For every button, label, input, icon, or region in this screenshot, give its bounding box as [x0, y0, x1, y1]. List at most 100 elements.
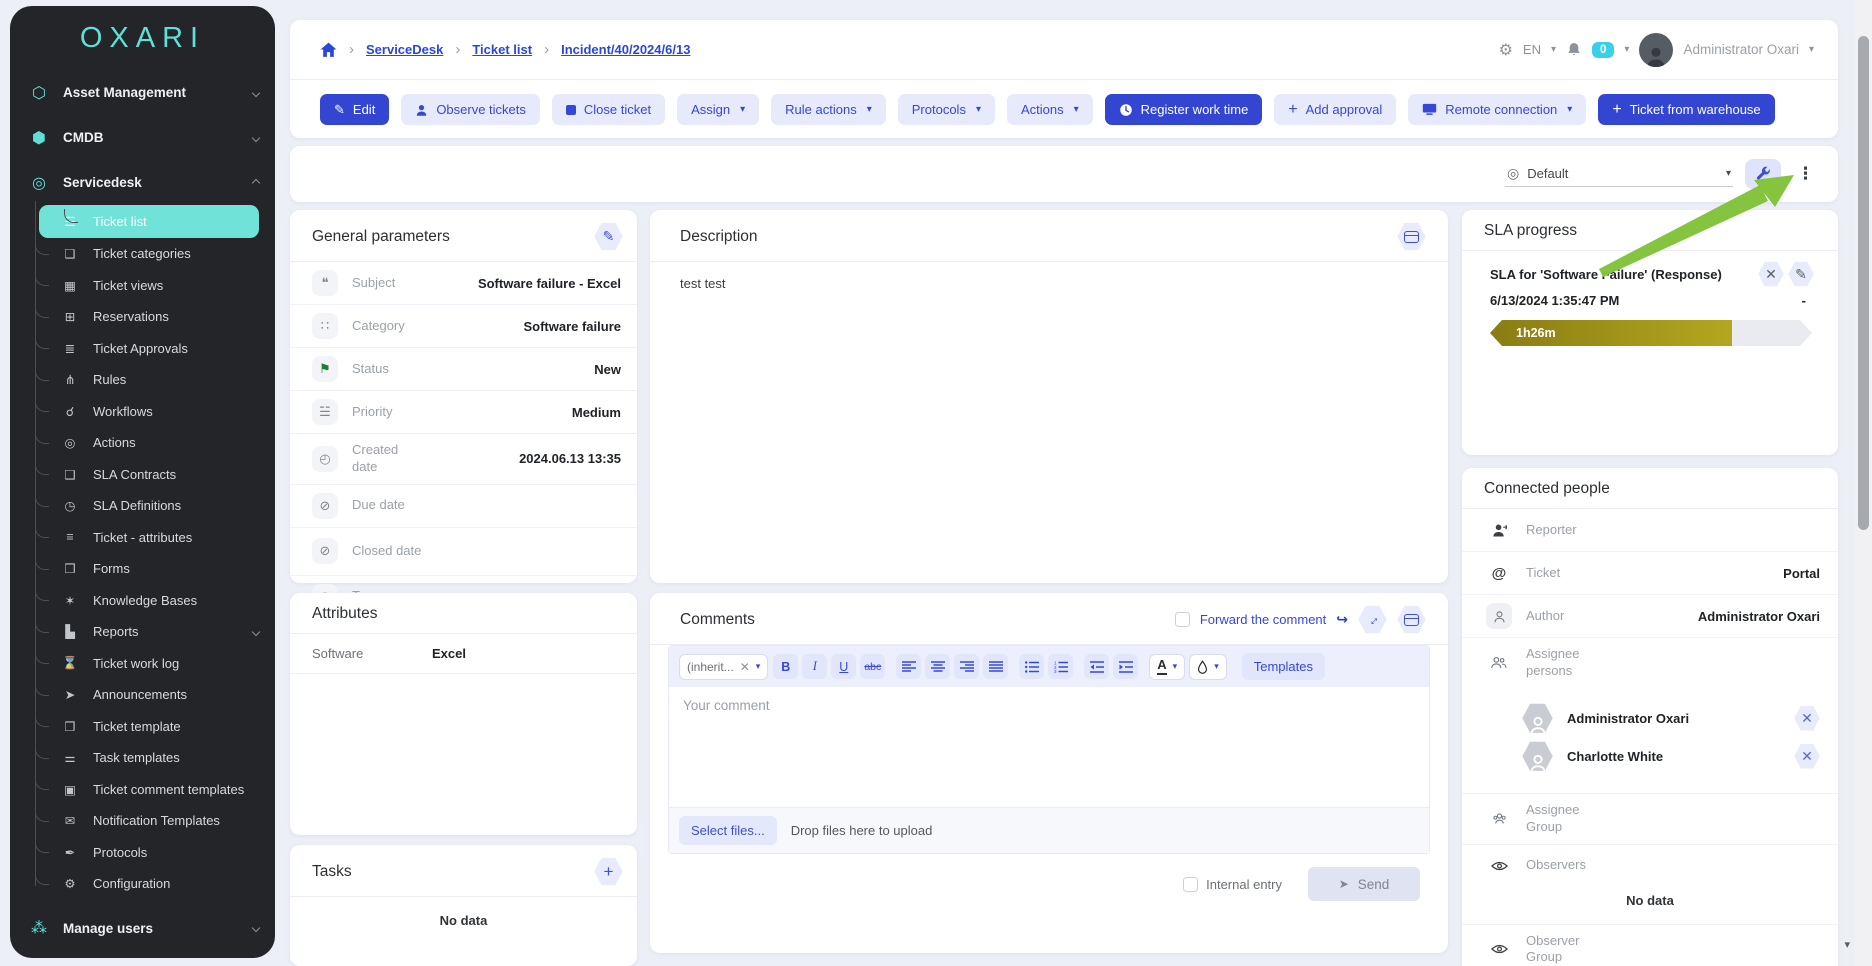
breadcrumb-ticket-list[interactable]: Ticket list: [472, 42, 532, 57]
clear-font-icon[interactable]: ✕: [740, 660, 750, 674]
remote-connection-button[interactable]: Remote connection ▾: [1408, 94, 1586, 125]
select-files-button[interactable]: Select files...: [679, 816, 777, 845]
edit-button[interactable]: ✎ Edit: [320, 94, 389, 125]
templates-button[interactable]: Templates: [1242, 653, 1325, 680]
kebab-menu-icon[interactable]: ⋮: [1793, 164, 1818, 184]
panel-layout-button[interactable]: [1397, 605, 1426, 634]
view-settings-wrench-button[interactable]: [1745, 159, 1781, 189]
scroll-down-icon[interactable]: ▾: [1844, 938, 1850, 951]
edit-sla-button[interactable]: ✎: [1788, 261, 1814, 287]
sidebar-item-announcements[interactable]: ➤ Announcements: [10, 679, 275, 711]
gear-icon[interactable]: ⚙: [1499, 40, 1513, 60]
bullet-list-button[interactable]: [1019, 654, 1044, 679]
observe-tickets-button[interactable]: Observe tickets: [401, 94, 540, 125]
ticket-from-warehouse-button[interactable]: + Ticket from warehouse: [1598, 94, 1774, 125]
font-family-select[interactable]: (inherit... ✕ ▾: [679, 654, 768, 680]
sidebar-item-actions[interactable]: ◎ Actions: [10, 427, 275, 459]
sidebar-item-manage-users[interactable]: ⁂ Manage users: [10, 906, 275, 951]
assignee-list: Administrator Oxari ✕ Charlotte White ✕: [1462, 688, 1838, 794]
sidebar-item-document-management[interactable]: ▤ Document management: [10, 951, 275, 959]
bold-button[interactable]: B: [773, 654, 798, 679]
numbered-list-button[interactable]: 123: [1048, 654, 1073, 679]
param-row-category: ∷ Category Software failure: [290, 305, 637, 348]
sidebar-item-ticket-attributes[interactable]: ≡ Ticket - attributes: [10, 522, 275, 554]
sidebar-item-ticket-views[interactable]: ▦ Ticket views: [10, 270, 275, 302]
home-icon[interactable]: [320, 42, 337, 58]
forward-comment-checkbox[interactable]: [1175, 612, 1190, 627]
scrollbar-thumb[interactable]: [1858, 36, 1869, 530]
forward-comment-label[interactable]: Forward the comment: [1200, 612, 1326, 627]
page-scrollbar[interactable]: [1855, 0, 1872, 966]
sidebar-item-ticket-categories[interactable]: ❏ Ticket categories: [10, 238, 275, 270]
rule-actions-button[interactable]: Rule actions ▾: [771, 94, 886, 125]
internal-entry-option[interactable]: Internal entry: [1183, 877, 1282, 892]
sidebar-item-configuration[interactable]: ⚙ Configuration: [10, 868, 275, 900]
align-center-button[interactable]: [925, 654, 950, 679]
sidebar-item-workflows[interactable]: ☌ Workflows: [10, 396, 275, 428]
comment-input[interactable]: Your comment: [669, 687, 1429, 807]
sidebar-item-protocols[interactable]: ✒ Protocols: [10, 837, 275, 869]
panel-layout-button[interactable]: [1397, 222, 1426, 251]
connected-people-card: Connected people Reporter @ Ticket Porta…: [1462, 468, 1838, 966]
close-ticket-button[interactable]: Close ticket: [552, 94, 665, 125]
sidebar-item-ticket-work-log[interactable]: ⌛ Ticket work log: [10, 648, 275, 680]
align-right-button[interactable]: [954, 654, 979, 679]
caret-down-icon[interactable]: ▾: [1809, 44, 1814, 55]
caret-down-icon[interactable]: ▾: [1551, 44, 1556, 55]
highlight-color-button[interactable]: ▾: [1189, 654, 1227, 680]
sidebar-item-reports[interactable]: ▙ Reports: [10, 616, 275, 648]
language-selector[interactable]: EN: [1523, 42, 1541, 57]
view-selector-dropdown[interactable]: ◎ Default ▾: [1505, 161, 1733, 187]
breadcrumb-incident[interactable]: Incident/40/2024/6/13: [561, 42, 690, 57]
assign-button[interactable]: Assign ▾: [677, 94, 759, 125]
align-left-button[interactable]: [896, 654, 921, 679]
italic-button[interactable]: I: [802, 654, 827, 679]
send-button[interactable]: ➤ Send: [1308, 867, 1420, 901]
sidebar-item-notification-templates[interactable]: ✉ Notification Templates: [10, 805, 275, 837]
strikethrough-button[interactable]: abc: [860, 654, 885, 679]
sidebar-item-servicedesk[interactable]: ◎ Servicedesk: [10, 160, 275, 205]
sidebar-item-reservations[interactable]: ⊞ Reservations: [10, 301, 275, 333]
align-justify-button[interactable]: [983, 654, 1008, 679]
attribute-row: Software Excel: [290, 634, 637, 674]
protocols-button[interactable]: Protocols ▾: [898, 94, 995, 125]
bell-icon[interactable]: [1566, 41, 1582, 58]
param-row-due-date: ⊘ Due date: [290, 485, 637, 528]
notification-badge[interactable]: 0: [1592, 42, 1614, 58]
sidebar-item-forms[interactable]: ❒ Forms: [10, 553, 275, 585]
sidebar-item-rules[interactable]: ⋔ Rules: [10, 364, 275, 396]
sidebar-item-task-templates[interactable]: ⚌ Task templates: [10, 742, 275, 774]
indent-button[interactable]: [1113, 654, 1138, 679]
sidebar-item-sla-contracts[interactable]: ❑ SLA Contracts: [10, 459, 275, 491]
add-task-button[interactable]: +: [594, 857, 623, 886]
sidebar-item-knowledge-bases[interactable]: ✶ Knowledge Bases: [10, 585, 275, 617]
actions-button[interactable]: Actions ▾: [1007, 94, 1093, 125]
general-parameters-card: General parameters ✎ ❝ Subject Software …: [290, 210, 637, 583]
send-icon: ➤: [1339, 877, 1349, 891]
user-name[interactable]: Administrator Oxari: [1683, 42, 1799, 57]
edit-parameters-button[interactable]: ✎: [594, 222, 623, 251]
breadcrumb-separator: ›: [544, 41, 549, 58]
expand-comments-button[interactable]: ↔: [1358, 605, 1387, 634]
file-upload-zone[interactable]: Select files... Drop files here to uploa…: [669, 807, 1429, 853]
caret-down-icon[interactable]: ▾: [1624, 44, 1629, 55]
outdent-button[interactable]: [1084, 654, 1109, 679]
breadcrumb-servicedesk[interactable]: ServiceDesk: [366, 42, 443, 57]
sidebar-item-ticket-template[interactable]: ❐ Ticket template: [10, 711, 275, 743]
remove-assignee-button[interactable]: ✕: [1794, 705, 1820, 731]
remove-assignee-button[interactable]: ✕: [1794, 743, 1820, 769]
internal-entry-checkbox[interactable]: [1183, 877, 1198, 892]
sidebar-item-cmdb[interactable]: ⬢ CMDB: [10, 115, 275, 160]
text-color-button[interactable]: A ▾: [1149, 654, 1185, 680]
avatar[interactable]: [1639, 33, 1673, 67]
sidebar-item-ticket-approvals[interactable]: ≣ Ticket Approvals: [10, 333, 275, 365]
sidebar-item-asset-management[interactable]: ⬡ Asset Management: [10, 70, 275, 115]
add-approval-button[interactable]: + Add approval: [1274, 94, 1396, 125]
panel-title: General parameters: [312, 228, 450, 246]
sidebar-item-ticket-comment-templates[interactable]: ▣ Ticket comment templates: [10, 774, 275, 806]
underline-button[interactable]: U: [831, 654, 856, 679]
register-work-time-button[interactable]: Register work time: [1105, 94, 1263, 125]
remove-sla-button[interactable]: ✕: [1758, 261, 1784, 287]
sidebar-item-ticket-list[interactable]: ☰ Ticket list: [39, 205, 259, 238]
sidebar-item-sla-definitions[interactable]: ◷ SLA Definitions: [10, 490, 275, 522]
